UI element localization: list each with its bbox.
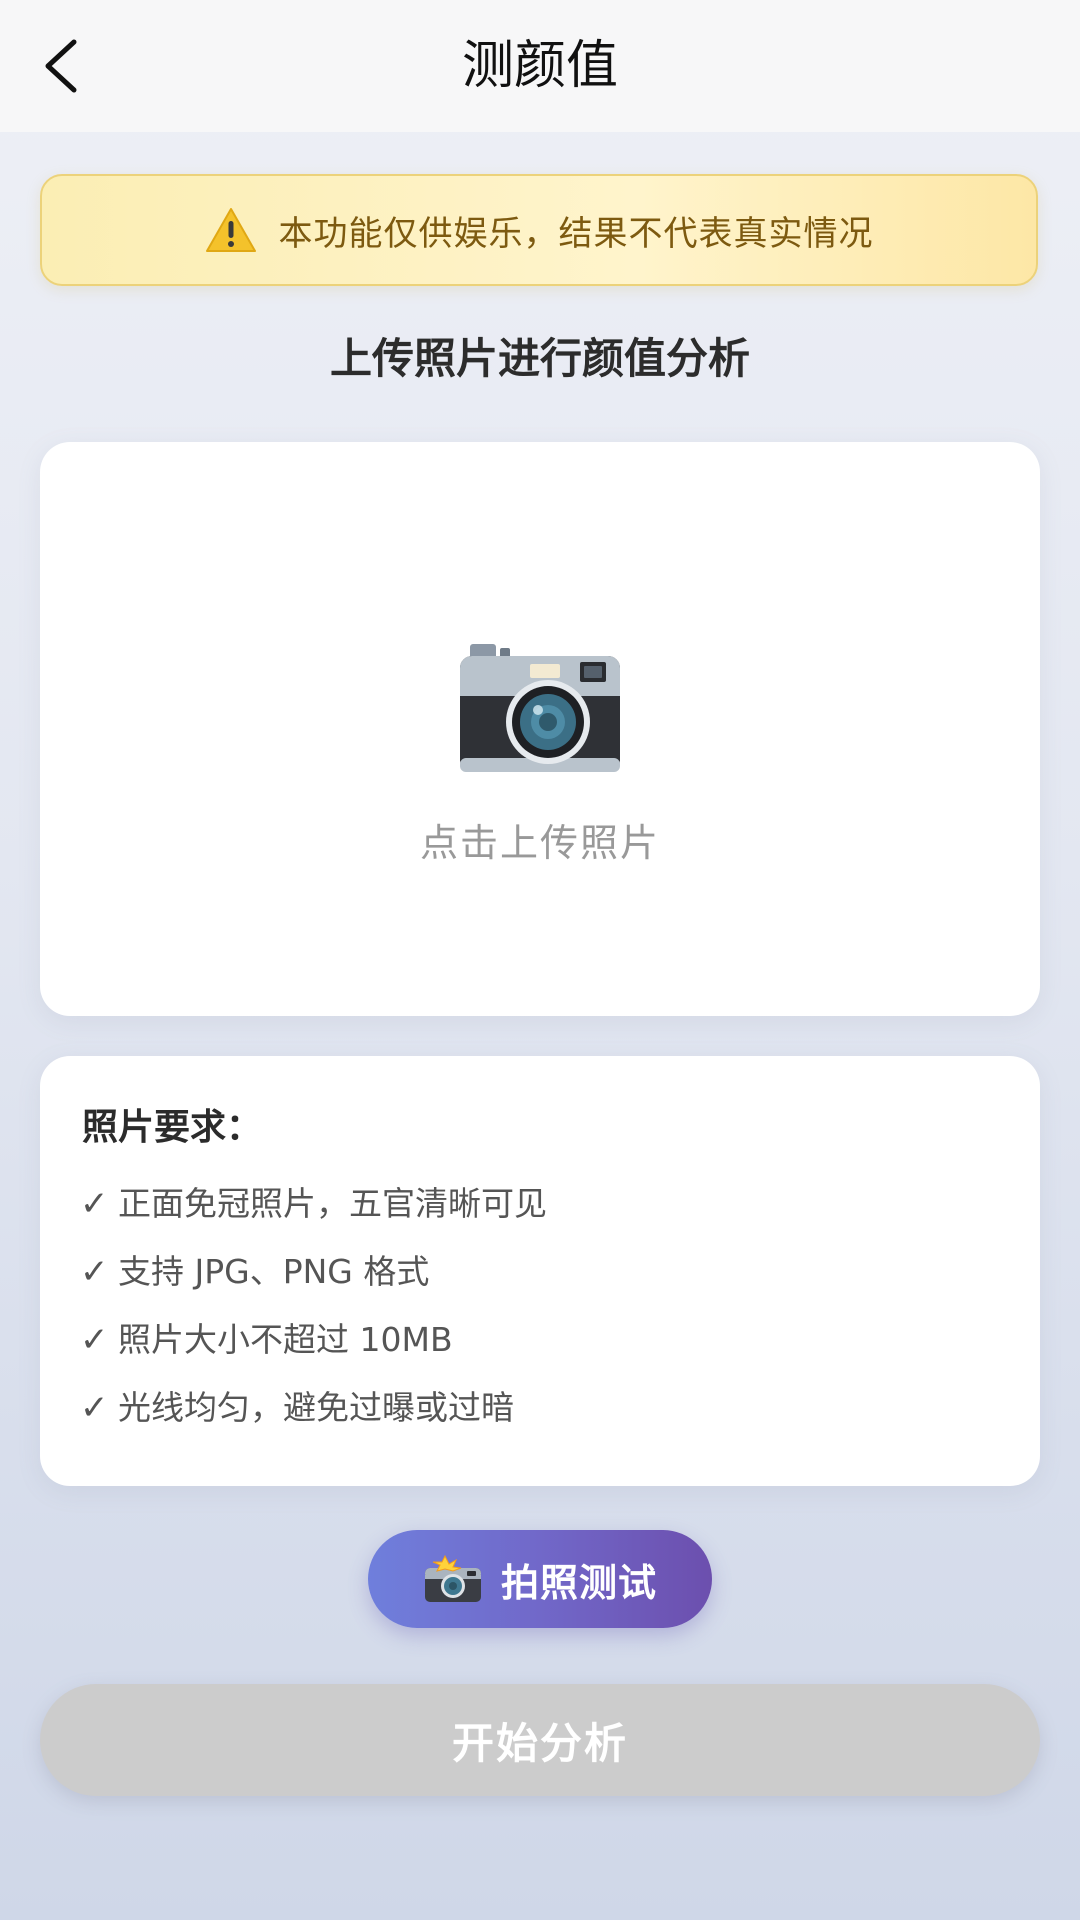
requirement-text: 支持 JPG、PNG 格式: [118, 1252, 430, 1291]
take-photo-button[interactable]: 拍照测试: [368, 1530, 712, 1628]
take-photo-label: 拍照测试: [500, 1560, 657, 1605]
requirement-text: 正面免冠照片，五官清晰可见: [118, 1184, 547, 1223]
start-analysis-label: 开始分析: [451, 1718, 628, 1768]
requirement-item: ✓ 正面免冠照片，五官清晰可见: [80, 1170, 547, 1238]
upload-photo-area[interactable]: 点击上传照片: [40, 442, 1040, 1016]
requirement-item: ✓ 支持 JPG、PNG 格式: [80, 1238, 547, 1306]
start-analysis-button[interactable]: 开始分析: [40, 1684, 1040, 1796]
requirement-item: ✓ 照片大小不超过 10MB: [80, 1306, 547, 1374]
requirements-card: 照片要求： ✓ 正面免冠照片，五官清晰可见 ✓ 支持 JPG、PNG 格式 ✓ 照片大…: [40, 1056, 1040, 1486]
camera-icon: [460, 644, 620, 772]
check-icon: ✓: [80, 1184, 109, 1224]
nav-bar: 测颜值: [0, 0, 1080, 132]
requirement-item: ✓ 光线均匀，避免过曝或过暗: [80, 1374, 547, 1442]
page-title: 测颜值: [461, 36, 618, 96]
upload-label: 点击上传照片: [419, 821, 660, 865]
requirements-title: 照片要求：: [82, 1107, 263, 1148]
requirements-list: ✓ 正面免冠照片，五官清晰可见 ✓ 支持 JPG、PNG 格式 ✓ 照片大小不超过 1…: [80, 1170, 547, 1442]
check-icon: ✓: [80, 1388, 109, 1428]
requirement-text: 照片大小不超过 10MB: [118, 1320, 453, 1359]
disclaimer-text: 本功能仅供娱乐，结果不代表真实情况: [278, 213, 874, 254]
section-title: 上传照片进行颜值分析: [329, 334, 750, 383]
check-icon: ✓: [80, 1252, 109, 1292]
camera-flash-icon: [424, 1554, 481, 1602]
requirement-text: 光线均匀，避免过曝或过暗: [118, 1388, 514, 1427]
disclaimer-banner: 本功能仅供娱乐，结果不代表真实情况: [40, 174, 1038, 286]
check-icon: ✓: [80, 1320, 109, 1360]
warning-icon: [205, 208, 256, 252]
